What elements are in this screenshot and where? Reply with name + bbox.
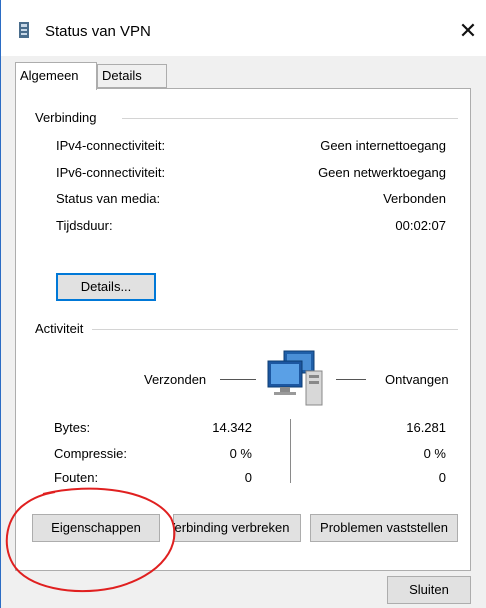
compression-label: Compressie: (54, 446, 127, 461)
close-button[interactable]: Sluiten (387, 576, 471, 604)
connection-group-rule (122, 118, 458, 119)
bytes-label: Bytes: (54, 420, 91, 435)
activity-group-rule (92, 329, 458, 330)
duration-label: Tijdsduur: (56, 218, 113, 233)
connection-group-title: Verbinding (35, 110, 100, 125)
compression-received-value: 0 % (423, 446, 446, 461)
network-computers-icon (267, 350, 323, 406)
sent-label: Verzonden (144, 372, 207, 387)
title-bar[interactable]: Status van VPN ✕ (1, 0, 486, 56)
errors-sent-value: 0 (244, 470, 252, 485)
diagnose-button[interactable]: Problemen vaststellen (310, 514, 458, 542)
tab-algemeen[interactable]: Algemeen (15, 62, 97, 90)
network-adapter-icon (19, 22, 29, 38)
vpn-status-window: Status van VPN ✕ Algemeen Details Verbin… (0, 0, 486, 608)
duration-value: 00:02:07 (395, 218, 446, 233)
ipv6-label: IPv6-connectiviteit: (56, 165, 166, 180)
errors-received-value: 0 (438, 470, 446, 485)
media-status-label: Status van media: (56, 191, 161, 206)
activity-divider (290, 419, 291, 483)
tab-details[interactable]: Details (97, 64, 167, 88)
media-status-value: Verbonden (383, 191, 446, 206)
red-hand-drawn-circle-annotation (5, 487, 176, 592)
window-title: Status van VPN (45, 23, 151, 40)
details-button[interactable]: Details... (56, 273, 156, 301)
close-icon[interactable]: ✕ (453, 16, 483, 46)
compression-sent-value: 0 % (229, 446, 252, 461)
bytes-received-value: 16.281 (406, 420, 446, 435)
disconnect-button[interactable]: Verbinding verbreken (173, 514, 301, 542)
ipv6-value: Geen netwerktoegang (318, 165, 446, 180)
received-label: Ontvangen (385, 372, 449, 387)
activity-group-title: Activiteit (35, 321, 87, 336)
ipv4-label: IPv4-connectiviteit: (56, 138, 166, 153)
received-line (336, 379, 366, 380)
bytes-sent-value: 14.342 (212, 420, 252, 435)
ipv4-value: Geen internettoegang (320, 138, 446, 153)
sent-line (220, 379, 256, 380)
errors-label: Fouten: (54, 470, 99, 485)
